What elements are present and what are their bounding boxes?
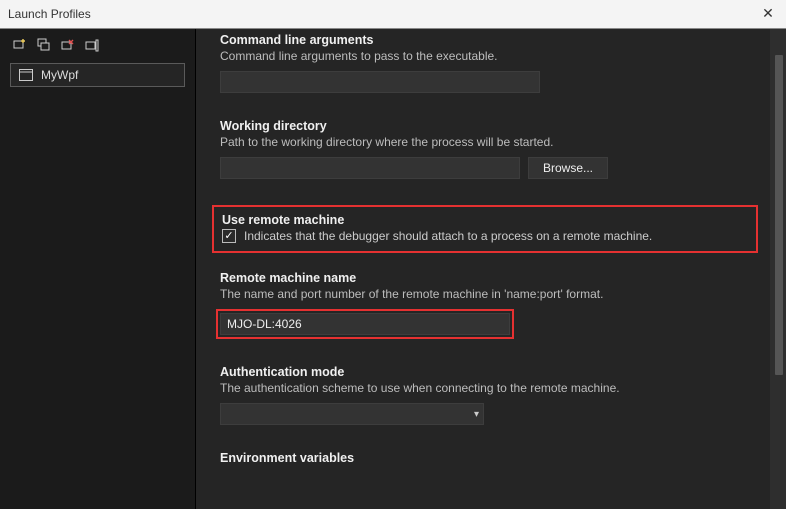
window-title: Launch Profiles [8, 7, 91, 21]
delete-profile-icon[interactable] [60, 37, 76, 53]
use-remote-checkbox[interactable] [222, 229, 236, 243]
window-icon [19, 69, 33, 81]
content-area: Command line arguments Command line argu… [196, 29, 786, 509]
scrollbar-track[interactable] [770, 29, 786, 509]
cli-args-input[interactable] [220, 71, 540, 93]
new-profile-icon[interactable] [12, 37, 28, 53]
close-icon[interactable]: ✕ [758, 4, 778, 24]
remote-name-input[interactable] [220, 313, 510, 335]
dialog-body: MyWpf Command line arguments Command lin… [0, 29, 786, 509]
section-desc: Command line arguments to pass to the ex… [220, 49, 758, 63]
profile-label: MyWpf [41, 68, 78, 82]
rename-profile-icon[interactable] [84, 37, 100, 53]
profile-item[interactable]: MyWpf [10, 63, 185, 87]
sidebar: MyWpf [0, 29, 196, 509]
highlight-use-remote: Use remote machine Indicates that the de… [212, 205, 758, 253]
section-title: Command line arguments [220, 33, 758, 47]
auth-mode-select[interactable]: ▾ [220, 403, 484, 425]
chevron-down-icon: ▾ [474, 409, 479, 420]
section-desc: Path to the working directory where the … [220, 135, 758, 149]
section-env-vars: Environment variables [220, 451, 758, 465]
section-title: Authentication mode [220, 365, 758, 379]
section-use-remote: Use remote machine Indicates that the de… [220, 205, 758, 253]
section-title: Environment variables [220, 451, 758, 465]
working-directory-input[interactable] [220, 157, 520, 179]
duplicate-profile-icon[interactable] [36, 37, 52, 53]
browse-button[interactable]: Browse... [528, 157, 608, 179]
section-cli: Command line arguments Command line argu… [220, 33, 758, 93]
scrollbar-thumb[interactable] [775, 55, 783, 375]
section-title: Working directory [220, 119, 758, 133]
highlight-remote-name [216, 309, 514, 339]
section-title: Use remote machine [222, 213, 748, 227]
section-auth-mode: Authentication mode The authentication s… [220, 365, 758, 425]
section-desc: The authentication scheme to use when co… [220, 381, 758, 395]
section-desc: The name and port number of the remote m… [220, 287, 758, 301]
titlebar: Launch Profiles ✕ [0, 0, 786, 29]
section-title: Remote machine name [220, 271, 758, 285]
section-working-directory: Working directory Path to the working di… [220, 119, 758, 179]
sidebar-toolbar [0, 35, 195, 61]
use-remote-label: Indicates that the debugger should attac… [244, 229, 652, 243]
section-remote-name: Remote machine name The name and port nu… [220, 271, 758, 339]
